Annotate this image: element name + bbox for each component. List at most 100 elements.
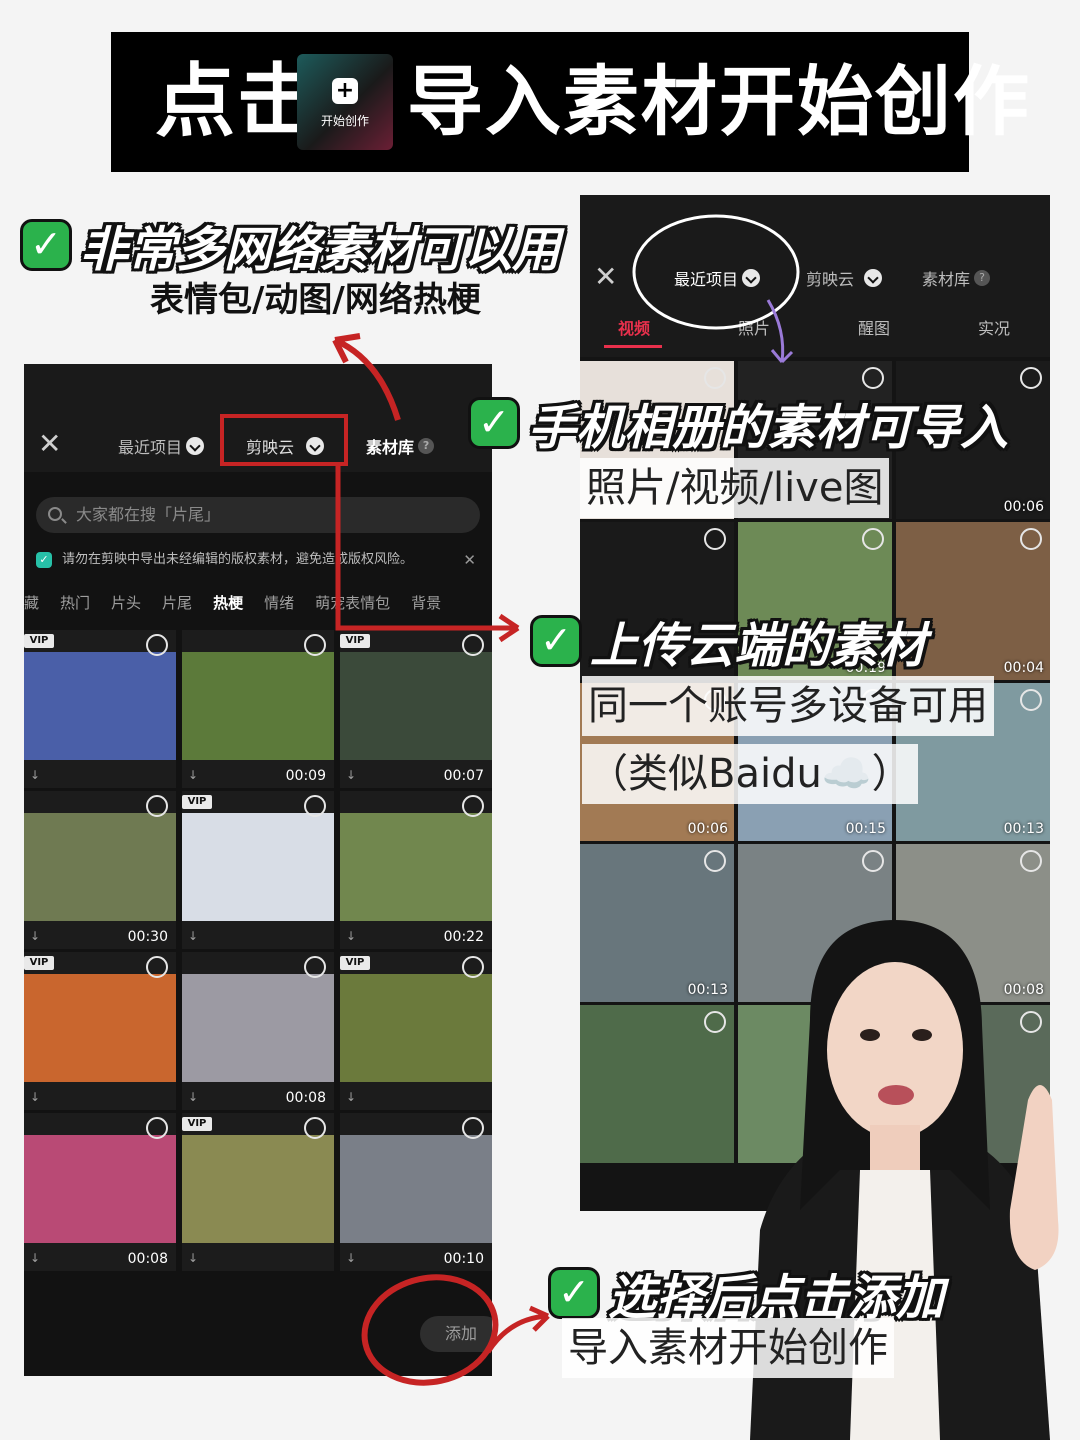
material-item[interactable]: VIP ↓ 00:07 [340,630,492,788]
close-notice-icon[interactable]: ✕ [463,546,476,574]
select-circle[interactable] [862,367,884,389]
tab-recent-projects[interactable]: 最近项目 [118,434,205,458]
duration-label: 00:04 [1003,660,1044,676]
media-tab[interactable]: 视频 [618,315,650,339]
media-tab[interactable]: 照片 [738,315,770,339]
plus-icon: + [332,78,358,104]
caption-add-sub: 导入素材开始创作 [562,1318,894,1378]
download-icon: ↓ [30,1251,41,1265]
media-type-tabs: 视频 照片 醒图 实况 [580,315,1050,345]
vip-badge: VIP [24,956,54,970]
material-item[interactable]: ↓ 00:30 [24,791,176,949]
material-item[interactable]: VIP ↓ [340,952,492,1110]
select-circle[interactable] [304,634,326,656]
material-thumbnail [24,813,176,921]
material-item[interactable]: VIP ↓ [182,791,334,949]
category-tab[interactable]: 藏 [24,590,39,616]
select-circle[interactable] [862,850,884,872]
download-icon: ↓ [30,1090,41,1104]
check-icon: ✓ [468,397,520,449]
banner-rest-text: 导入素材开始创作 [407,57,1031,146]
material-thumbnail [340,652,492,760]
duration-label: 00:22 [443,929,484,945]
vip-badge: VIP [24,634,54,648]
start-create-tile: + 开始创作 [297,54,393,150]
caption-network: ✓ 非常多网络素材可以用 [20,210,560,280]
material-item[interactable]: VIP ↓ [24,630,176,788]
category-tab[interactable]: 热梗 [213,590,243,616]
tab-recent-projects[interactable]: 最近项目 [674,266,761,290]
duration-label: 00:06 [687,821,728,837]
category-tab[interactable]: 片尾 [162,590,192,616]
left-phone-screen: ✕ 最近项目 剪映云 素材库 ? 大家都在搜「片尾」 ✓ 请勿在剪映中导出未经编… [24,364,492,1376]
download-icon: ↓ [188,1090,199,1104]
category-tab[interactable]: 片头 [111,590,141,616]
tab-recent-label: 最近项目 [118,438,183,457]
duration-label: 00:15 [845,821,886,837]
select-circle[interactable] [146,634,168,656]
material-thumbnail [340,813,492,921]
search-icon [48,507,62,521]
help-icon[interactable]: ? [418,438,435,454]
category-tab[interactable]: 背景 [411,590,441,616]
select-circle[interactable] [146,1117,168,1139]
close-icon[interactable]: ✕ [594,263,617,291]
material-item[interactable]: VIP ↓ [24,952,176,1110]
tab-library-label: 素材库 [366,438,415,457]
caption-cloud: ✓ 上传云端的素材 [530,606,926,676]
tab-jianying-cloud[interactable]: 剪映云 [246,434,325,458]
tab-jianying-cloud[interactable]: 剪映云 [806,266,883,290]
check-icon: ✓ [36,552,52,568]
help-icon[interactable]: ? [974,270,991,286]
material-item[interactable]: ↓ 00:09 [182,630,334,788]
chevron-down-icon [186,437,205,455]
select-circle[interactable] [304,1117,326,1139]
material-item[interactable]: ↓ 00:08 [24,1113,176,1271]
caption-network-sub: 表情包/动图/网络热梗 [150,280,481,320]
search-placeholder: 大家都在搜「片尾」 [76,505,221,524]
vip-badge: VIP [182,795,212,809]
tab-material-library[interactable]: 素材库 ? [366,434,435,458]
material-item[interactable]: ↓ 00:22 [340,791,492,949]
select-circle[interactable] [462,956,484,978]
select-circle[interactable] [862,528,884,550]
caption-cloud-title: 上传云端的素材 [590,618,927,674]
select-circle[interactable] [462,795,484,817]
start-create-label: 开始创作 [320,114,369,128]
chevron-down-icon [864,269,883,287]
category-tab[interactable]: 热门 [60,590,90,616]
vip-badge: VIP [182,1117,212,1131]
select-circle[interactable] [1020,850,1042,872]
select-circle[interactable] [704,528,726,550]
select-circle[interactable] [704,850,726,872]
material-item[interactable]: ↓ 00:10 [340,1113,492,1271]
active-tab-underline [604,345,662,348]
tab-material-library[interactable]: 素材库 ? [922,266,991,290]
add-button[interactable]: 添加 [420,1316,492,1352]
material-thumbnail [24,974,176,1082]
select-circle[interactable] [462,634,484,656]
category-tab[interactable]: 情绪 [264,590,294,616]
category-tab[interactable]: 萌宠表情包 [315,590,390,616]
select-circle[interactable] [304,795,326,817]
select-circle[interactable] [146,795,168,817]
select-circle[interactable] [304,956,326,978]
download-icon: ↓ [188,1251,199,1265]
media-tab[interactable]: 醒图 [858,315,890,339]
select-circle[interactable] [1020,528,1042,550]
material-item[interactable]: VIP ↓ [182,1113,334,1271]
tab-cloud-label: 剪映云 [246,438,295,457]
select-circle[interactable] [146,956,168,978]
banner-click-text: 点击 [155,55,319,148]
select-circle[interactable] [704,367,726,389]
media-tab[interactable]: 实况 [978,315,1010,339]
material-item[interactable]: ↓ 00:08 [182,952,334,1110]
close-icon[interactable]: ✕ [38,430,61,458]
vip-badge: VIP [340,956,370,970]
select-circle[interactable] [462,1117,484,1139]
select-circle[interactable] [1020,367,1042,389]
select-circle[interactable] [1020,689,1042,711]
duration-label: 00:08 [285,1090,326,1106]
check-icon: ✓ [548,1267,600,1319]
search-input[interactable]: 大家都在搜「片尾」 [36,497,480,533]
